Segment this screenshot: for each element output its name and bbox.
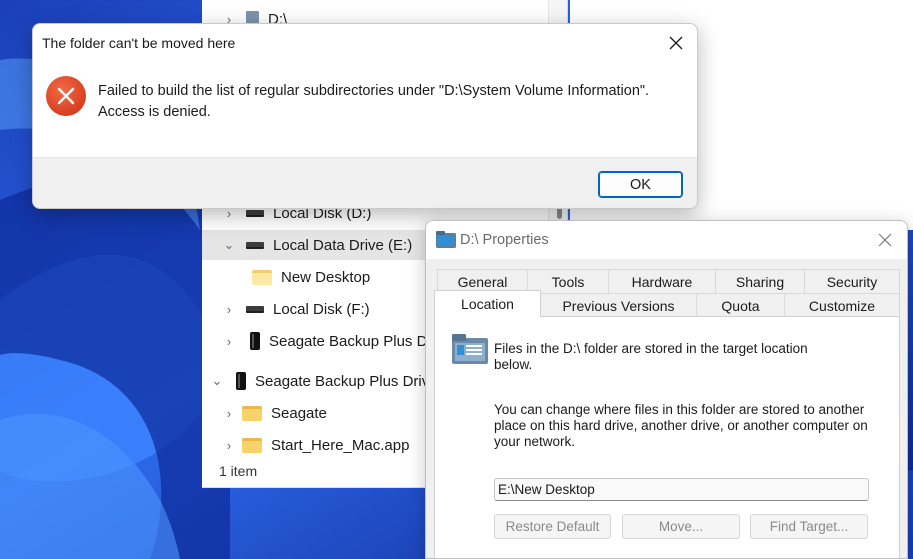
tree-item-label: Start_Here_Mac.app: [271, 436, 410, 454]
drive-icon: [246, 209, 264, 217]
chevron-right-icon[interactable]: ›: [222, 334, 236, 349]
chevron-right-icon[interactable]: ›: [222, 406, 236, 421]
tab-previous-versions[interactable]: Previous Versions: [540, 293, 697, 317]
tree-item-label: Local Data Drive (E:): [273, 236, 413, 254]
properties-titlebar: D:\ Properties: [426, 221, 907, 259]
dialog-title: The folder can't be moved here: [42, 35, 236, 51]
location-info-text: Files in the D:\ folder are stored in th…: [494, 341, 808, 372]
move-button[interactable]: Move...: [622, 514, 740, 539]
target-location-input[interactable]: [494, 478, 869, 501]
error-icon: [45, 75, 87, 120]
close-icon: [878, 233, 892, 247]
location-help-text: You can change where files in this folde…: [494, 402, 868, 449]
error-message: Failed to build the list of regular subd…: [98, 83, 650, 120]
tab-sharing[interactable]: Sharing: [715, 269, 805, 293]
tab-location[interactable]: Location: [434, 290, 541, 317]
folder-location-icon: [452, 334, 488, 364]
tree-item-label: Seagate Backup Plus Drive: [255, 372, 438, 390]
tab-hardware[interactable]: Hardware: [608, 269, 716, 293]
status-bar-item-count: 1 item: [219, 463, 258, 479]
tree-item-label: New Desktop: [281, 268, 371, 286]
chevron-down-icon[interactable]: ⌄: [210, 373, 224, 389]
folder-icon: [436, 231, 456, 248]
location-tab-panel: Files in the D:\ folder are stored in th…: [434, 316, 900, 558]
find-target-button[interactable]: Find Target...: [750, 514, 868, 539]
tab-security[interactable]: Security: [804, 269, 900, 293]
tab-customize[interactable]: Customize: [784, 293, 900, 317]
close-button[interactable]: [870, 227, 900, 253]
folder-icon: [242, 437, 262, 453]
folder-icon: [252, 269, 272, 285]
ok-button[interactable]: OK: [598, 171, 683, 198]
chevron-down-icon[interactable]: ⌄: [222, 237, 236, 253]
dialog-footer: OK: [33, 157, 697, 208]
chevron-right-icon[interactable]: ›: [222, 438, 236, 453]
close-button[interactable]: [661, 30, 691, 56]
external-drive-icon: [236, 372, 246, 390]
properties-title: D:\ Properties: [460, 232, 549, 248]
tab-quota[interactable]: Quota: [696, 293, 785, 317]
chevron-right-icon[interactable]: ›: [222, 302, 236, 317]
drive-icon: [246, 241, 264, 249]
properties-window: D:\ Properties General Tools Hardware Sh…: [425, 220, 908, 559]
tree-item-label: Local Disk (F:): [273, 300, 370, 318]
folder-icon: [242, 405, 262, 421]
error-dialog: The folder can't be moved here Failed to…: [32, 23, 698, 209]
drive-icon: [246, 305, 264, 313]
close-icon: [669, 36, 683, 50]
tree-item-label: Seagate: [271, 404, 327, 422]
restore-default-button[interactable]: Restore Default: [494, 514, 611, 539]
external-drive-icon: [250, 332, 260, 350]
